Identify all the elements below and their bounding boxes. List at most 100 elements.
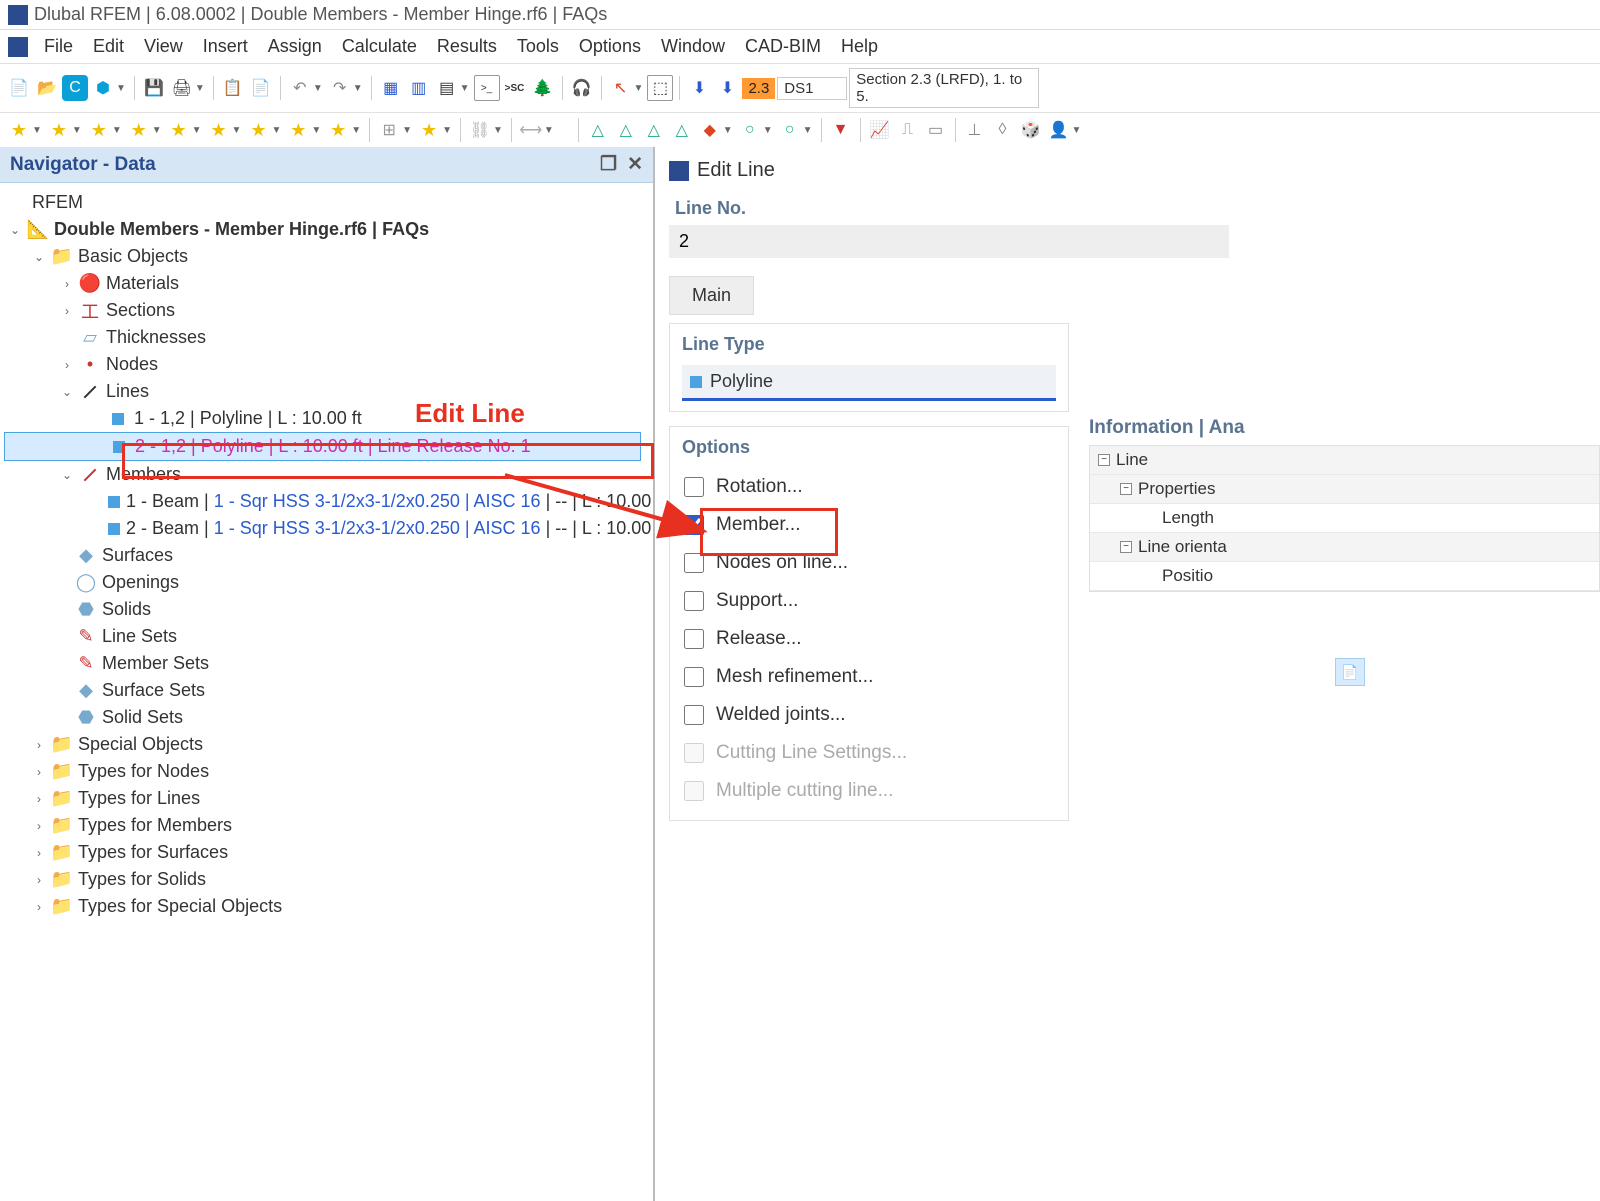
star-line-icon[interactable]: ★: [86, 117, 112, 143]
expand-icon[interactable]: ›: [32, 792, 46, 806]
line-type-select[interactable]: Polyline: [682, 365, 1056, 401]
star-node-icon[interactable]: ★: [46, 117, 72, 143]
doc2-icon[interactable]: 📄: [248, 75, 274, 101]
cloud-icon[interactable]: C: [62, 75, 88, 101]
menu-assign[interactable]: Assign: [260, 34, 330, 59]
tree-sections[interactable]: Sections: [106, 300, 175, 321]
menu-cadbim[interactable]: CAD-BIM: [737, 34, 829, 59]
cursor-icon[interactable]: ↖: [608, 75, 634, 101]
tree-members[interactable]: Members: [106, 464, 181, 485]
tree-types-lines[interactable]: Types for Lines: [78, 788, 200, 809]
tab-main[interactable]: Main: [669, 276, 754, 315]
member-edit-icon[interactable]: 📄: [1335, 658, 1365, 686]
menu-help[interactable]: Help: [833, 34, 886, 59]
collapse-icon[interactable]: ⌄: [32, 250, 46, 264]
block-icon[interactable]: ⬢: [90, 75, 116, 101]
tree-openings[interactable]: Openings: [102, 572, 179, 593]
menu-tools[interactable]: Tools: [509, 34, 567, 59]
sc-icon[interactable]: >SC: [502, 75, 528, 101]
redo-icon[interactable]: ↷: [327, 75, 353, 101]
select-icon[interactable]: ⬚: [647, 75, 673, 101]
chain-icon[interactable]: ⛓: [467, 117, 493, 143]
grid-icon[interactable]: ⊞: [376, 117, 402, 143]
undo-icon[interactable]: ↶: [287, 75, 313, 101]
dropdown-icon[interactable]: ▼: [460, 83, 470, 94]
tree-surfaces[interactable]: Surfaces: [102, 545, 173, 566]
new-icon[interactable]: 📄: [6, 75, 32, 101]
dropdown-icon[interactable]: ▼: [353, 83, 363, 94]
line-no-input[interactable]: [669, 225, 1229, 258]
tree-member-2[interactable]: 2 - Beam | 1 - Sqr HSS 3-1/2x3-1/2x0.250…: [126, 518, 653, 539]
print-icon[interactable]: 🖨: [169, 75, 195, 101]
tree-icon[interactable]: 🌲: [530, 75, 556, 101]
star-surface-icon[interactable]: ★: [206, 117, 232, 143]
menu-options[interactable]: Options: [571, 34, 649, 59]
expand-icon[interactable]: ›: [60, 277, 74, 291]
support5-icon[interactable]: ◆: [697, 117, 723, 143]
dropdown-icon[interactable]: ▼: [313, 83, 323, 94]
opt-release-checkbox[interactable]: [684, 629, 704, 649]
expand-icon[interactable]: ›: [32, 738, 46, 752]
frame-icon[interactable]: ▭: [923, 117, 949, 143]
slab-icon[interactable]: ◊: [990, 117, 1016, 143]
menu-window[interactable]: Window: [653, 34, 733, 59]
tree-project[interactable]: Double Members - Member Hinge.rf6 | FAQs: [54, 219, 429, 240]
support2-icon[interactable]: △: [613, 117, 639, 143]
collapse-icon[interactable]: −: [1098, 454, 1110, 466]
menu-view[interactable]: View: [136, 34, 191, 59]
save-icon[interactable]: 💾: [141, 75, 167, 101]
tree-types-special[interactable]: Types for Special Objects: [78, 896, 282, 917]
expand-icon[interactable]: ›: [32, 873, 46, 887]
tree-line-2-row[interactable]: 2 - 1,2 | Polyline | L : 10.00 ft | Line…: [4, 432, 641, 461]
cmd-icon[interactable]: >_: [474, 75, 500, 101]
dropdown-icon[interactable]: ▼: [195, 83, 205, 94]
person-icon[interactable]: 👤: [1046, 117, 1072, 143]
tree-types-surfaces[interactable]: Types for Surfaces: [78, 842, 228, 863]
expand-icon[interactable]: ›: [60, 304, 74, 318]
graph-icon[interactable]: 📈: [867, 117, 893, 143]
loads-icon[interactable]: ⬇: [686, 75, 712, 101]
opt-nodes-checkbox[interactable]: [684, 553, 704, 573]
hinge2-icon[interactable]: ○: [777, 117, 803, 143]
star-set-icon[interactable]: ★: [325, 117, 351, 143]
tree-line-2[interactable]: 2 - 1,2 | Polyline | L : 10.00 ft | Line…: [135, 436, 531, 457]
dice-icon[interactable]: 🎲: [1018, 117, 1044, 143]
beam-icon[interactable]: ⊥: [962, 117, 988, 143]
expand-icon[interactable]: ›: [60, 358, 74, 372]
tree-member-sets[interactable]: Member Sets: [102, 653, 209, 674]
tree-types-nodes[interactable]: Types for Nodes: [78, 761, 209, 782]
headset-icon[interactable]: 🎧: [569, 75, 595, 101]
filter-icon[interactable]: ▼: [828, 117, 854, 143]
star-curve-icon[interactable]: ★: [126, 117, 152, 143]
star-opening-icon[interactable]: ★: [285, 117, 311, 143]
table-icon[interactable]: ▦: [378, 75, 404, 101]
menu-edit[interactable]: Edit: [85, 34, 132, 59]
tree-member-1[interactable]: 1 - Beam | 1 - Sqr HSS 3-1/2x3-1/2x0.250…: [126, 491, 653, 512]
tree-thicknesses[interactable]: Thicknesses: [106, 327, 206, 348]
col-icon[interactable]: ⎍: [895, 117, 921, 143]
opt-mesh-checkbox[interactable]: [684, 667, 704, 687]
tree-lines[interactable]: Lines: [106, 381, 149, 402]
panel-icon[interactable]: ▤: [434, 75, 460, 101]
menu-insert[interactable]: Insert: [195, 34, 256, 59]
expand-icon[interactable]: ›: [32, 819, 46, 833]
navigator-tree[interactable]: RFEM ⌄📐Double Members - Member Hinge.rf6…: [0, 183, 653, 1201]
star-icon[interactable]: ★: [6, 117, 32, 143]
dim-icon[interactable]: ⟷: [518, 117, 544, 143]
tree-root[interactable]: RFEM: [32, 192, 83, 213]
star-solid-icon[interactable]: ★: [245, 117, 271, 143]
menu-results[interactable]: Results: [429, 34, 505, 59]
doc-icon[interactable]: 📋: [220, 75, 246, 101]
tree-special-objects[interactable]: Special Objects: [78, 734, 203, 755]
star-member-icon[interactable]: ★: [166, 117, 192, 143]
expand-icon[interactable]: ›: [32, 765, 46, 779]
dropdown-icon[interactable]: ▼: [116, 83, 126, 94]
opt-support-checkbox[interactable]: [684, 591, 704, 611]
menu-file[interactable]: File: [36, 34, 81, 59]
tree-basic-objects[interactable]: Basic Objects: [78, 246, 188, 267]
tree-types-members[interactable]: Types for Members: [78, 815, 232, 836]
expand-icon[interactable]: ›: [32, 900, 46, 914]
tree-line-1[interactable]: 1 - 1,2 | Polyline | L : 10.00 ft: [134, 408, 362, 429]
tree-line-sets[interactable]: Line Sets: [102, 626, 177, 647]
loads2-icon[interactable]: ⬇: [714, 75, 740, 101]
